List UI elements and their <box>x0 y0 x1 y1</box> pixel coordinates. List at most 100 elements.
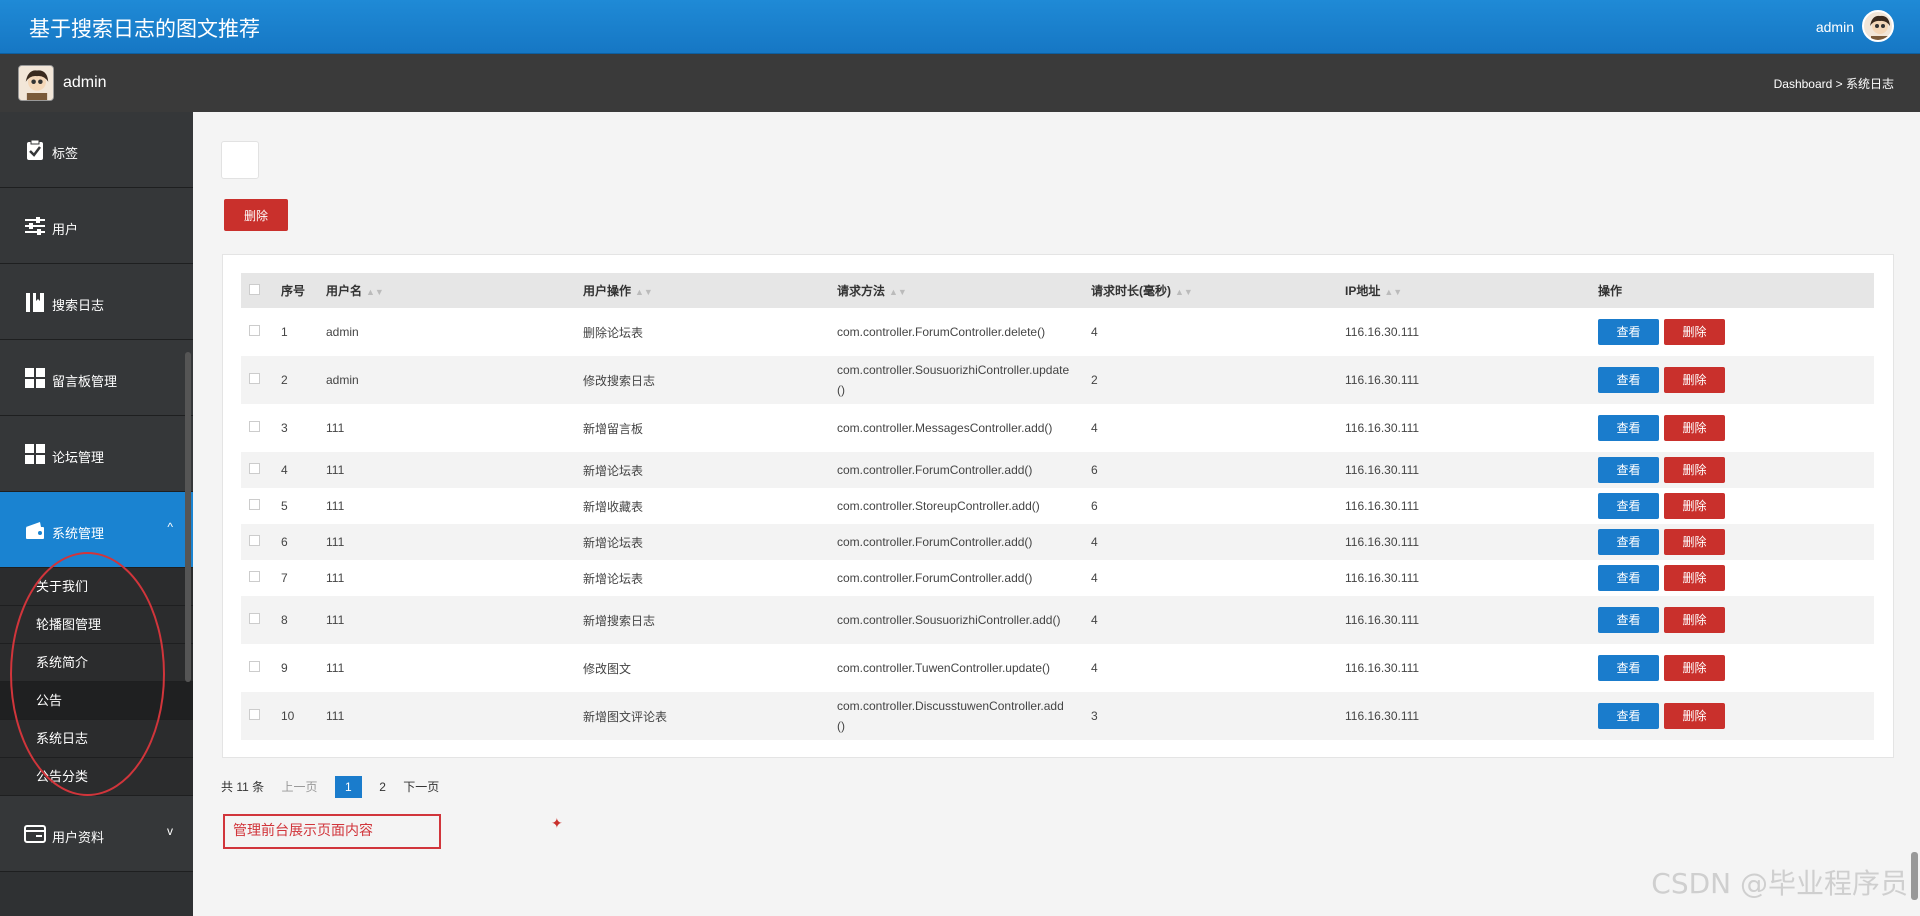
cell-method: com.controller.ForumController.delete() <box>837 308 1091 356</box>
table-row: 6 111 新增论坛表 com.controller.ForumController.… <box>241 524 1874 560</box>
cell-actions: 查看 删除 <box>1598 596 1874 644</box>
sidebar-subitem-notice-category[interactable]: 公告分类 <box>0 758 193 796</box>
select-all-checkbox[interactable] <box>249 283 260 295</box>
watermark: CSDN @毕业程序员 <box>1651 867 1908 900</box>
view-button[interactable]: 查看 <box>1598 367 1659 393</box>
breadcrumb: Dashboard > 系统日志 <box>1773 77 1894 91</box>
sidebar-item-message-board[interactable]: 留言板管理 <box>0 340 193 416</box>
row-checkbox[interactable] <box>249 325 260 336</box>
view-button[interactable]: 查看 <box>1598 607 1659 633</box>
row-checkbox[interactable] <box>249 661 260 672</box>
cell-actions: 查看 删除 <box>1598 644 1874 692</box>
row-checkbox[interactable] <box>249 613 260 624</box>
table-body: 1 admin 删除论坛表 com.controller.ForumControlle… <box>241 308 1874 740</box>
sidebar-item-label: 搜索日志 <box>52 298 105 313</box>
cell-ip: 116.16.30.111 <box>1345 404 1598 452</box>
pager-prev[interactable]: 上一页 <box>281 776 317 798</box>
view-button[interactable]: 查看 <box>1598 655 1659 681</box>
row-checkbox[interactable] <box>249 421 260 432</box>
delete-button[interactable]: 删除 <box>1664 655 1725 681</box>
col-header-ip[interactable]: IP地址 ▲▼ <box>1345 273 1598 308</box>
cell-method: com.controller.SousuorizhiController.upd… <box>837 356 1091 404</box>
sort-icon: ▲▼ <box>366 287 384 297</box>
sort-icon: ▲▼ <box>1384 287 1403 297</box>
batch-delete-button[interactable]: 删除 <box>224 199 288 231</box>
view-button[interactable]: 查看 <box>1598 493 1659 519</box>
delete-button[interactable]: 删除 <box>1664 415 1725 441</box>
pager-next[interactable]: 下一页 <box>403 776 439 798</box>
delete-button[interactable]: 删除 <box>1664 457 1725 483</box>
pager-page-1[interactable]: 1 <box>334 776 362 798</box>
view-button[interactable]: 查看 <box>1598 529 1659 555</box>
method-text: com.controller.DiscusstuwenController.ad… <box>837 699 1064 733</box>
view-button[interactable]: 查看 <box>1598 319 1659 345</box>
row-checkbox-cell <box>241 308 281 356</box>
view-button[interactable]: 查看 <box>1598 703 1659 729</box>
annotation-box: 管理前台展示页面内容 <box>223 814 441 849</box>
row-checkbox[interactable] <box>249 571 260 582</box>
sidebar-subitem-about[interactable]: 关于我们 <box>0 568 193 606</box>
header-avatar[interactable] <box>1862 10 1894 42</box>
table-row: 10 111 新增图文评论表 com.controller.DiscusstuwenC… <box>241 692 1874 740</box>
cell-method: com.controller.ForumController.add() <box>837 524 1091 560</box>
sidebar-item-profile[interactable]: 用户资料 v <box>0 796 193 872</box>
cell-actions: 查看 删除 <box>1598 692 1874 740</box>
col-header-method[interactable]: 请求方法 ▲▼ <box>837 273 1091 308</box>
delete-button[interactable]: 删除 <box>1664 319 1725 345</box>
method-text: com.controller.ForumController.delete() <box>837 325 1046 339</box>
cell-operation: 新增留言板 <box>583 404 837 452</box>
sidebar-subitem-carousel[interactable]: 轮播图管理 <box>0 606 193 644</box>
user-avatar <box>18 65 54 101</box>
sidebar-item-label: 用户资料 <box>52 830 105 845</box>
row-checkbox[interactable] <box>249 463 260 474</box>
pagination: 共 11 条 上一页 1 2 下一页 <box>221 776 453 798</box>
search-box[interactable] <box>221 141 259 179</box>
method-text: com.controller.SousuorizhiController.upd… <box>837 363 1070 397</box>
delete-button[interactable]: 删除 <box>1664 493 1725 519</box>
delete-button[interactable]: 删除 <box>1664 367 1725 393</box>
sidebar-item-tags[interactable]: 标签 <box>0 112 193 188</box>
cell-no: 1 <box>281 308 326 356</box>
sidebar-scrollbar[interactable] <box>185 352 191 682</box>
table-row: 4 111 新增论坛表 com.controller.ForumController.… <box>241 452 1874 488</box>
cell-duration: 4 <box>1091 596 1345 644</box>
sidebar-subitem-system-log[interactable]: 系统日志 <box>0 720 193 758</box>
row-checkbox[interactable] <box>249 535 260 546</box>
sliders-icon <box>25 217 45 235</box>
row-checkbox[interactable] <box>249 373 260 384</box>
cell-method: com.controller.DiscusstuwenController.ad… <box>837 692 1091 740</box>
col-header-label: 用户名 <box>326 284 363 298</box>
cell-actions: 查看 删除 <box>1598 488 1874 524</box>
sidebar-item-users[interactable]: 用户 <box>0 188 193 264</box>
sidebar-item-label: 论坛管理 <box>52 450 105 465</box>
delete-button[interactable]: 删除 <box>1664 565 1725 591</box>
sidebar-subitem-notice[interactable]: 公告 <box>0 682 193 720</box>
cell-user: 111 <box>326 560 583 596</box>
cell-user: admin <box>326 308 583 356</box>
row-checkbox[interactable] <box>249 499 260 510</box>
cell-no: 7 <box>281 560 326 596</box>
col-header-user[interactable]: 用户名 ▲▼ <box>326 273 583 308</box>
sidebar-subitem-intro[interactable]: 系统简介 <box>0 644 193 682</box>
page-scrollbar[interactable] <box>1911 852 1918 900</box>
delete-button[interactable]: 删除 <box>1664 529 1725 555</box>
view-button[interactable]: 查看 <box>1598 415 1659 441</box>
cell-actions: 查看 删除 <box>1598 452 1874 488</box>
sidebar: 标签 用户 搜索日志 留言板管理 论坛管理 系统管理 ^ 关于我们 轮播图管理 … <box>0 112 193 916</box>
method-text: com.controller.ForumController.add() <box>837 535 1033 549</box>
sidebar-item-system[interactable]: 系统管理 ^ <box>0 492 193 568</box>
col-header-label: 用户操作 <box>583 284 632 298</box>
delete-button[interactable]: 删除 <box>1664 703 1725 729</box>
delete-button[interactable]: 删除 <box>1664 607 1725 633</box>
view-button[interactable]: 查看 <box>1598 457 1659 483</box>
sidebar-item-search-log[interactable]: 搜索日志 <box>0 264 193 340</box>
cell-operation: 新增收藏表 <box>583 488 837 524</box>
header-username[interactable]: admin <box>1816 19 1854 35</box>
pager-page-2[interactable]: 2 <box>379 776 386 798</box>
sidebar-item-forum[interactable]: 论坛管理 <box>0 416 193 492</box>
col-header-duration[interactable]: 请求时长(毫秒) ▲▼ <box>1091 273 1345 308</box>
col-header-operation[interactable]: 用户操作 ▲▼ <box>583 273 837 308</box>
view-button[interactable]: 查看 <box>1598 565 1659 591</box>
row-checkbox[interactable] <box>249 709 260 720</box>
cell-actions: 查看 删除 <box>1598 524 1874 560</box>
